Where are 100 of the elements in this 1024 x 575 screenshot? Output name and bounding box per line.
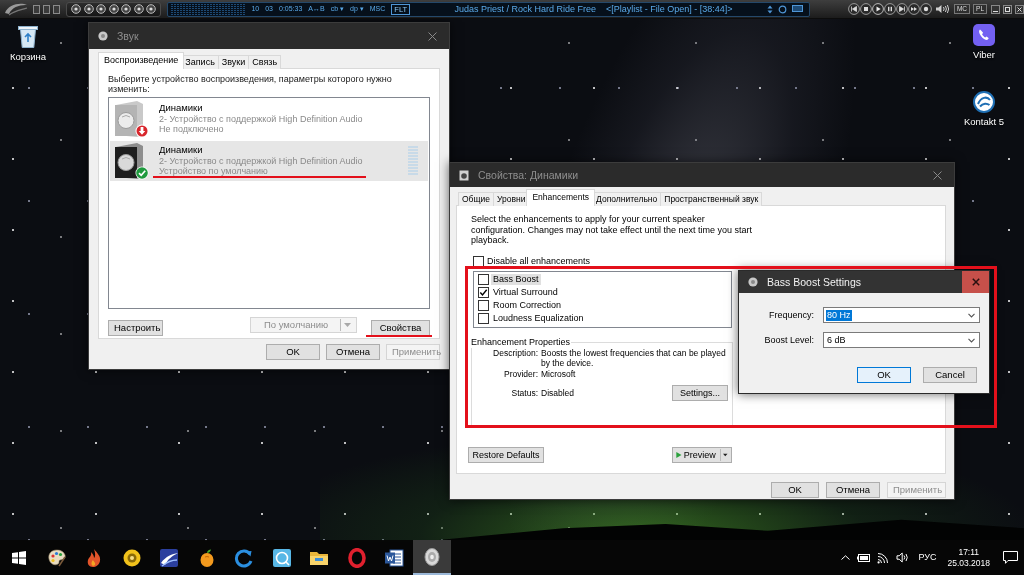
dialog-button[interactable]: Cancel — [923, 367, 977, 383]
desktop-icon-label[interactable]: Корзина — [9, 51, 47, 62]
circular-arrow-icon[interactable] — [234, 547, 255, 568]
window-title: Bass Boost Settings — [767, 275, 861, 289]
small-square-icon[interactable] — [53, 4, 60, 14]
play-icon[interactable] — [872, 3, 885, 15]
swoosh-icon[interactable] — [159, 547, 180, 568]
desktop-icon-label[interactable]: Kontakt 5 — [963, 116, 1005, 127]
taskbar-button[interactable] — [413, 540, 451, 575]
wifi-icon[interactable] — [877, 551, 890, 564]
round-tool-icon[interactable] — [83, 4, 94, 14]
tab[interactable]: Общие — [458, 192, 494, 206]
document-icon[interactable] — [384, 547, 405, 568]
fast-forward-icon[interactable] — [908, 3, 921, 15]
round-tool-icon[interactable] — [133, 4, 144, 14]
minimize-icon[interactable] — [991, 4, 1000, 14]
close-button[interactable] — [962, 271, 989, 293]
swirl-logo-icon[interactable] — [3, 2, 29, 16]
record-icon[interactable] — [920, 3, 933, 15]
enhancement-item[interactable]: Bass Boost — [491, 274, 541, 286]
property-value: Microsoft — [541, 368, 577, 379]
disc-icon[interactable] — [121, 547, 142, 568]
device-item[interactable]: Динамики 2- Устройство с поддержкой High Definition Audio Устройство по умолчанию — [110, 141, 428, 181]
palette-icon[interactable] — [46, 547, 67, 568]
close-icon — [971, 278, 980, 286]
checkbox[interactable] — [478, 287, 489, 299]
checkbox[interactable] — [473, 255, 484, 267]
notification-icon[interactable] — [1003, 551, 1018, 564]
dialog-button[interactable]: Отмена — [326, 344, 380, 360]
dropdown[interactable]: 6 dB — [823, 332, 980, 348]
property-label: Status: — [510, 387, 538, 399]
property-value: Boosts the lowest frequencies that can be played by the device. — [541, 347, 726, 369]
chevron-down-icon — [968, 337, 975, 343]
desktop-icon-label[interactable]: Viber — [973, 49, 995, 60]
speaker-icon[interactable] — [421, 546, 442, 567]
dialog-button[interactable]: Отмена — [826, 482, 880, 498]
enhancement-item[interactable]: Room Correction — [491, 299, 564, 311]
previous-icon[interactable] — [848, 3, 861, 15]
round-tool-icon[interactable] — [96, 4, 107, 14]
action-button[interactable]: Настроить — [108, 320, 163, 336]
volume-icon[interactable] — [896, 552, 910, 563]
close-icon[interactable] — [428, 31, 437, 41]
tab[interactable]: Enhancements — [526, 189, 596, 206]
settings-button[interactable]: Settings... — [672, 385, 728, 401]
tab[interactable]: Связь — [248, 55, 282, 69]
windows-logo-icon[interactable] — [12, 550, 26, 565]
tab[interactable]: Дополнительно — [592, 192, 662, 206]
volume-icon[interactable] — [935, 4, 951, 14]
preview-button[interactable]: Preview — [672, 446, 732, 463]
checkbox[interactable] — [478, 274, 489, 286]
checkbox[interactable] — [478, 312, 489, 324]
battery-icon[interactable] — [857, 553, 871, 562]
round-tool-icon[interactable] — [146, 4, 157, 14]
device-item[interactable]: Динамики 2- Устройство с поддержкой High Definition Audio Не подключено — [110, 99, 428, 139]
round-tool-icon[interactable] — [108, 4, 119, 14]
checkbox-label[interactable]: Disable all enhancements — [487, 255, 591, 267]
pause-icon[interactable] — [884, 3, 897, 15]
chevron-up-icon[interactable] — [841, 555, 851, 560]
round-tool-icon[interactable] — [121, 4, 132, 14]
round-tool-icon[interactable] — [71, 4, 82, 14]
sort-arrows-icon[interactable] — [767, 4, 774, 14]
magnifier-tile-icon[interactable] — [271, 547, 292, 568]
ring-icon[interactable] — [778, 4, 788, 14]
ring-icon[interactable] — [346, 547, 367, 568]
device-description: 2- Устройство с поддержкой High Definition Audio — [159, 155, 363, 167]
restore-defaults-button[interactable]: Restore Defaults — [468, 446, 544, 463]
close-icon[interactable] — [933, 170, 942, 180]
phone-bubble-icon[interactable] — [973, 24, 995, 46]
group-title: Enhancement Properties — [470, 336, 572, 348]
intro-text: Select the enhancements to apply for your current speaker configuration. Changes may not take effect until the next time you start playback. — [471, 214, 753, 246]
enhancement-item[interactable]: Virtual Surround — [491, 287, 560, 299]
dialog-button[interactable]: OK — [857, 367, 911, 383]
caret-down-icon — [344, 323, 351, 327]
play-icon — [676, 449, 682, 460]
checkbox[interactable] — [478, 299, 489, 311]
tab[interactable]: Пространственный звук — [660, 192, 763, 206]
language-indicator[interactable]: РУС — [918, 552, 937, 563]
tab[interactable]: Звуки — [217, 55, 250, 69]
action-button[interactable]: Свойства — [371, 320, 430, 336]
small-square-icon[interactable] — [33, 4, 40, 14]
playlist-status: <[Playlist - File Open] - [38:44]> — [605, 3, 733, 15]
clock-date[interactable]: 25.03.2018 — [947, 557, 990, 569]
maximize-icon[interactable] — [1003, 4, 1012, 14]
field-label: Boost Level: — [763, 334, 814, 346]
recycle-bin-icon[interactable] — [17, 24, 39, 48]
next-icon[interactable] — [896, 3, 909, 15]
screen-icon[interactable] — [792, 5, 804, 13]
tab[interactable]: Воспроизведение — [98, 52, 185, 69]
stop-icon[interactable] — [860, 3, 873, 15]
device-status: Не подключено — [159, 124, 225, 135]
close-icon[interactable] — [1015, 4, 1024, 14]
clock-time[interactable]: 17:11 — [958, 546, 980, 558]
property-label: Description: — [492, 347, 538, 358]
dropdown[interactable]: 80 Hz — [823, 307, 980, 323]
small-square-icon[interactable] — [43, 4, 50, 14]
dialog-button[interactable]: OK — [266, 344, 320, 360]
dialog-button[interactable]: OK — [771, 482, 819, 498]
enhancement-item[interactable]: Loudness Equalization — [491, 312, 586, 324]
instruction-text: Выберите устройство воспроизведения, параметры которого нужно изменить: — [108, 74, 393, 94]
down-arrow-badge-icon — [135, 124, 149, 138]
